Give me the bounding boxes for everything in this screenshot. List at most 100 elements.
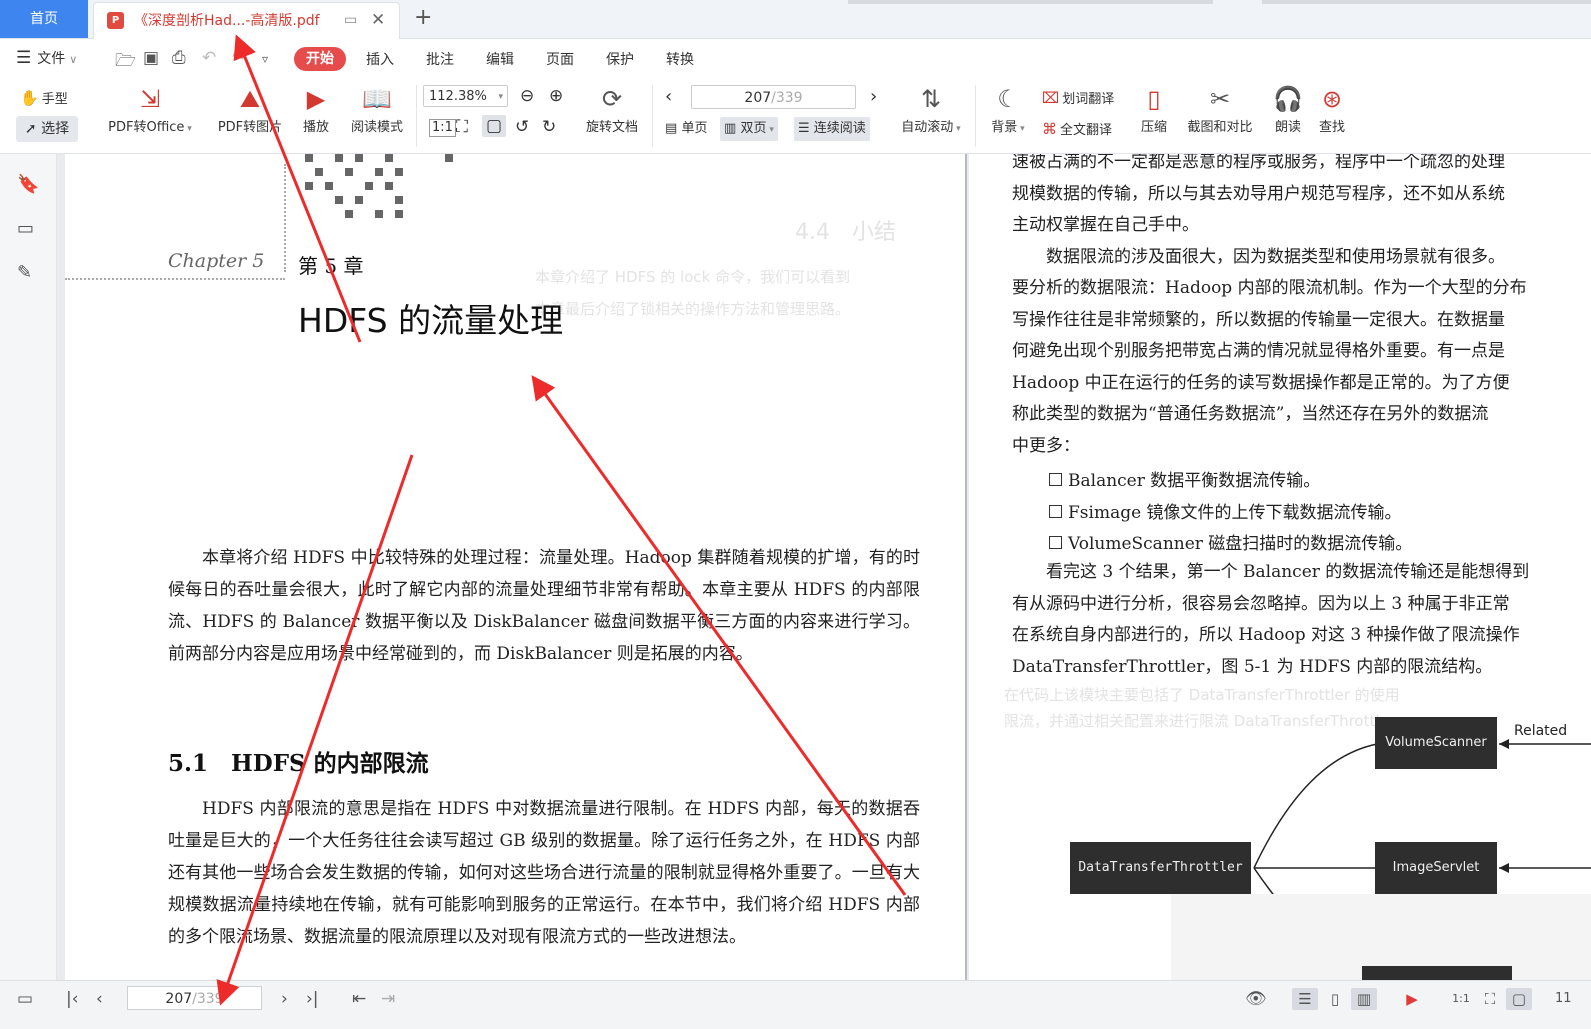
select-tool-button[interactable]: ➚ 选择 xyxy=(16,116,78,142)
pdf-to-image-label: PDF转图片 xyxy=(217,120,283,135)
play-button[interactable]: ▶ 播放 xyxy=(296,85,336,135)
background-label: 背景 xyxy=(991,120,1018,135)
menu-tab-edit[interactable]: 编辑 xyxy=(486,48,514,72)
single-page-icon: ▤ xyxy=(665,121,678,136)
double-view-button[interactable]: ▥ xyxy=(1351,988,1377,1010)
single-view-button[interactable]: ▯ xyxy=(1322,988,1348,1010)
decorative-dotted-line xyxy=(284,164,286,272)
sidebar-toggle-icon[interactable]: ▭ xyxy=(17,989,33,1009)
screenshot-compare-label: 截图和对比 xyxy=(1187,120,1253,135)
tab-home[interactable]: 首页 xyxy=(0,0,88,38)
read-aloud-button[interactable]: 🎧 朗读 xyxy=(1270,85,1306,135)
zoom-out-icon[interactable]: ⊖ xyxy=(520,86,534,106)
zoom-level-select[interactable]: 112.38% ▾ xyxy=(423,85,508,107)
save-icon[interactable]: ▣ xyxy=(143,48,159,68)
file-menu-label: 文件 xyxy=(37,51,66,67)
menu-tab-insert[interactable]: 插入 xyxy=(366,48,394,72)
thumbnails-icon[interactable]: ▭ xyxy=(17,218,34,239)
back-icon[interactable]: ⇤ xyxy=(352,989,366,1009)
actual-size-icon[interactable]: 1:1 xyxy=(1448,988,1474,1010)
status-page-current: 207 xyxy=(165,991,193,1007)
menu-tab-annotate[interactable]: 批注 xyxy=(426,48,454,72)
zoom-level-value: 112.38% xyxy=(429,89,487,104)
diagram-node-root: DataTransferThrottler xyxy=(1070,842,1251,894)
continuous-view-button[interactable]: ☰ xyxy=(1292,988,1318,1010)
hand-tool-button[interactable]: ✋ 手型 xyxy=(20,88,68,107)
page-total-value: /339 xyxy=(771,90,803,106)
pin-window-icon[interactable]: ▭ xyxy=(344,12,357,28)
continuous-read-icon: ☰ xyxy=(798,121,810,136)
pdf-to-office-button[interactable]: ⇲ PDF转Office ▾ xyxy=(102,85,198,135)
file-menu[interactable]: ☰ 文件 ∨ xyxy=(16,48,77,68)
print-icon[interactable]: ⎙ xyxy=(172,48,186,68)
previous-page-icon[interactable]: ‹ xyxy=(96,989,103,1009)
find-button[interactable]: ⊛ 查找 xyxy=(1314,85,1350,135)
close-tab-icon[interactable]: ✕ xyxy=(371,10,385,30)
rotate-left-icon[interactable]: ↺ xyxy=(515,117,529,137)
eye-protection-icon[interactable]: 👁 xyxy=(1245,989,1267,1009)
fit-page-icon[interactable]: ⛶ xyxy=(1477,988,1503,1010)
diagram-node xyxy=(1362,966,1512,980)
arrowhead xyxy=(1499,863,1509,873)
play-icon: ▶ xyxy=(306,85,326,113)
new-tab-icon[interactable]: + xyxy=(414,5,432,30)
read-mode-button[interactable]: 📖 阅读模式 xyxy=(346,85,408,135)
zoom-in-icon[interactable]: ⊕ xyxy=(549,86,563,106)
read-mode-label: 阅读模式 xyxy=(350,120,403,135)
actual-size-icon[interactable]: 1:1 xyxy=(429,119,456,137)
document-viewport[interactable]: 4.4 小结 本章介绍了 HDFS 的 lock 命令，我们可以看到 本章最后介… xyxy=(57,154,1591,980)
bookmark-icon[interactable]: 🔖 xyxy=(17,174,39,195)
annotation-icon[interactable]: ✎ xyxy=(17,262,32,283)
fit-width-icon[interactable]: ▢ xyxy=(1506,988,1532,1010)
pdf-to-office-icon: ⇲ xyxy=(139,85,161,113)
rotate-document-button[interactable]: ⟳ 旋转文档 xyxy=(580,85,644,135)
rotate-right-icon[interactable]: ↻ xyxy=(542,117,556,137)
auto-scroll-button[interactable]: ⇅ 自动滚动 ▾ xyxy=(895,85,967,135)
section-paragraph: HDFS 内部限流的意思是指在 HDFS 中对数据流量进行限制。在 HDFS 内… xyxy=(168,799,920,947)
forward-icon[interactable]: ⇥ xyxy=(381,989,395,1009)
select-tool-label: 选择 xyxy=(41,121,70,137)
page-number-input[interactable]: 207/339 xyxy=(691,85,856,109)
page-current-value: 207 xyxy=(744,90,772,106)
previous-page-icon[interactable]: ‹ xyxy=(665,86,672,107)
open-folder-icon[interactable]: 🗁 xyxy=(115,48,136,77)
compress-button[interactable]: ▯ 压缩 xyxy=(1136,85,1172,135)
status-page-total: /339 xyxy=(192,991,224,1007)
arrowhead xyxy=(1499,739,1509,749)
full-translate-button[interactable]: ⌘ 全文翻译 xyxy=(1042,119,1112,138)
redo-icon[interactable]: ↷ xyxy=(232,48,246,68)
hand-icon: ✋ xyxy=(20,89,39,107)
menu-tab-convert[interactable]: 转换 xyxy=(666,48,694,72)
left-sidebar: 🔖 ▭ ✎ xyxy=(0,154,57,980)
bleed-through-text: 4.4 小结 xyxy=(795,220,896,245)
next-page-icon[interactable]: › xyxy=(870,86,877,107)
single-page-button[interactable]: ▤ 单页 xyxy=(661,117,711,141)
quick-access-dropdown-icon[interactable]: ▿ xyxy=(262,52,268,66)
full-translate-icon: ⌘ xyxy=(1042,120,1057,138)
tab-strip-decoration xyxy=(1262,0,1591,4)
status-page-input[interactable]: 207/339 xyxy=(127,986,262,1010)
double-page-label: 双页 xyxy=(740,121,767,136)
screenshot-icon: ✂ xyxy=(1209,85,1231,113)
diagram-edge xyxy=(1253,743,1378,869)
double-page-button[interactable]: ▥ 双页 ▾ xyxy=(720,117,778,141)
pdf-to-image-button[interactable]: ⛰ PDF转图片 xyxy=(212,85,288,135)
background-button[interactable]: ☾ 背景 ▾ xyxy=(986,85,1030,135)
menu-tab-start[interactable]: 开始 xyxy=(294,47,346,71)
intro-paragraph: 本章将介绍 HDFS 中比较特殊的处理过程：流量处理。Hadoop 集群随着规模… xyxy=(168,548,920,664)
last-page-icon[interactable]: ›| xyxy=(306,989,319,1009)
play-icon[interactable]: ▶ xyxy=(1399,988,1425,1010)
word-translate-button[interactable]: ⌧ 划词翻译 xyxy=(1042,88,1114,107)
continuous-read-button[interactable]: ☰ 连续阅读 xyxy=(794,117,870,141)
menu-tab-page[interactable]: 页面 xyxy=(546,48,574,72)
fit-page-icon[interactable]: ⛶ xyxy=(456,117,468,137)
compress-label: 压缩 xyxy=(1140,120,1167,135)
undo-icon[interactable]: ↶ xyxy=(202,48,216,68)
tab-document[interactable]: P 《深度剖析Had...-高清版.pdf ▭ ✕ xyxy=(93,2,400,39)
menu-tab-protect[interactable]: 保护 xyxy=(606,48,634,72)
fit-width-icon[interactable]: ▢ xyxy=(482,115,507,137)
screenshot-compare-button[interactable]: ✂ 截图和对比 xyxy=(1182,85,1258,135)
first-page-icon[interactable]: |‹ xyxy=(66,989,79,1009)
next-page-icon[interactable]: › xyxy=(281,989,288,1009)
status-bar: ▭ |‹ ‹ 207/339 › ›| ⇤ ⇥ 👁 ☰ ▯ ▥ ▶ 1:1 ⛶ … xyxy=(0,980,1591,1029)
